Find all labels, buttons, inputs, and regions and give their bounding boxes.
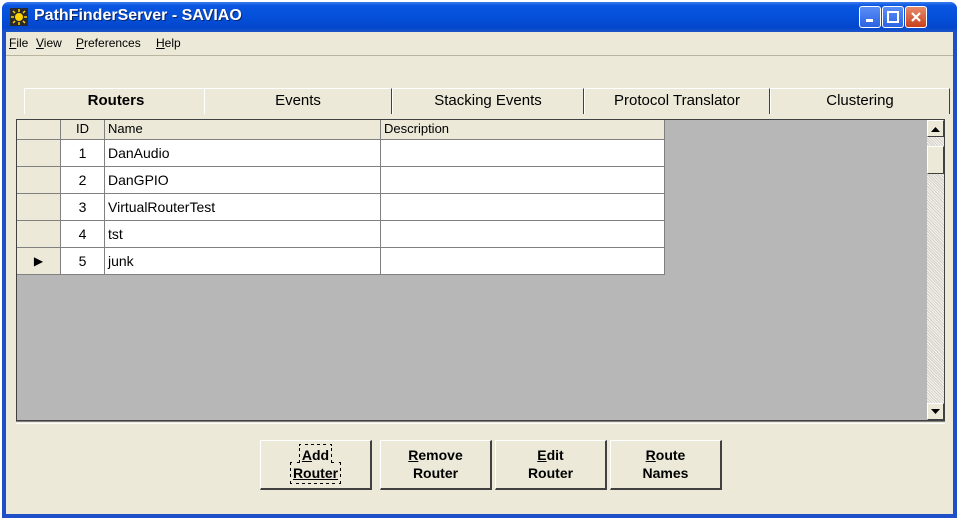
add-router-mnemonic: A — [301, 447, 312, 463]
add-router-line2: Router — [292, 465, 339, 481]
arrow-up-icon — [931, 126, 940, 132]
edit-router-line1: dit — [546, 447, 564, 463]
vertical-scrollbar[interactable] — [927, 120, 944, 420]
edit-router-button[interactable]: Edit Router — [495, 440, 607, 490]
column-header-name[interactable]: Name — [105, 120, 381, 140]
cell-description[interactable] — [381, 167, 665, 194]
cell-description[interactable] — [381, 221, 665, 248]
tab-stacking-events-label: Stacking Events — [434, 92, 542, 109]
tab-protocol-translator[interactable]: Protocol Translator — [584, 88, 770, 114]
menu-view-mnemonic: V — [36, 36, 44, 50]
tab-events[interactable]: Events — [204, 88, 392, 114]
cell-description[interactable] — [381, 194, 665, 221]
menu-view[interactable]: View — [36, 36, 62, 50]
maximize-icon — [887, 11, 899, 23]
row-header[interactable] — [17, 221, 61, 248]
scroll-down-button[interactable] — [927, 403, 944, 420]
splitter[interactable] — [16, 421, 945, 424]
cell-description[interactable] — [381, 248, 665, 275]
tab-clustering-label: Clustering — [826, 92, 894, 109]
cell-id[interactable]: 5 — [61, 248, 105, 275]
menu-preferences[interactable]: Preferences — [76, 36, 141, 50]
cell-name[interactable]: tst — [105, 221, 381, 248]
sun-app-icon — [10, 8, 28, 26]
remove-router-mnemonic: R — [408, 447, 419, 463]
scroll-thumb[interactable] — [927, 146, 944, 174]
close-icon — [911, 12, 921, 22]
edit-router-line2: Router — [527, 465, 574, 481]
column-header-description[interactable]: Description — [381, 120, 665, 140]
route-names-button[interactable]: Route Names — [610, 440, 722, 490]
tab-events-label: Events — [275, 92, 321, 109]
route-names-line1: oute — [655, 447, 686, 463]
scroll-up-button[interactable] — [927, 120, 944, 137]
row-header[interactable] — [17, 167, 61, 194]
cell-description[interactable] — [381, 140, 665, 167]
cell-name[interactable]: junk — [105, 248, 381, 275]
cell-id[interactable]: 1 — [61, 140, 105, 167]
cell-name[interactable]: DanAudio — [105, 140, 381, 167]
row-header[interactable] — [17, 194, 61, 221]
cell-name[interactable]: DanGPIO — [105, 167, 381, 194]
routers-grid[interactable]: ID Name Description 1 DanAudio 2 DanGPIO… — [16, 119, 945, 421]
menu-help[interactable]: Help — [156, 36, 181, 50]
minimize-button[interactable] — [859, 6, 881, 28]
tab-routers[interactable]: Routers — [24, 88, 208, 114]
tab-protocol-translator-label: Protocol Translator — [614, 92, 740, 109]
grid-corner — [17, 120, 61, 140]
row-header[interactable] — [17, 140, 61, 167]
menu-file[interactable]: File — [9, 36, 28, 50]
cell-name[interactable]: VirtualRouterTest — [105, 194, 381, 221]
current-row-indicator[interactable]: ▶ — [17, 248, 61, 275]
cell-id[interactable]: 3 — [61, 194, 105, 221]
menu-preferences-label: references — [84, 36, 141, 50]
tab-stacking-events[interactable]: Stacking Events — [392, 88, 584, 114]
title-bar[interactable]: PathFinderServer - SAVIAO — [2, 2, 957, 32]
window-title: PathFinderServer - SAVIAO — [34, 7, 242, 24]
arrow-down-icon — [931, 408, 940, 414]
minimize-icon — [866, 19, 873, 22]
route-names-mnemonic: R — [645, 447, 656, 463]
cell-id[interactable]: 4 — [61, 221, 105, 248]
menu-help-mnemonic: H — [156, 36, 165, 50]
remove-router-line2: Router — [412, 465, 459, 481]
column-header-id[interactable]: ID — [61, 120, 105, 140]
tab-routers-label: Routers — [87, 92, 145, 109]
menu-file-label: ile — [16, 36, 29, 50]
menu-help-label: elp — [164, 36, 181, 50]
tab-clustering[interactable]: Clustering — [770, 88, 950, 114]
remove-router-button[interactable]: Remove Router — [380, 440, 492, 490]
menu-preferences-mnemonic: P — [76, 36, 85, 50]
edit-router-mnemonic: E — [537, 447, 547, 463]
cell-id[interactable]: 2 — [61, 167, 105, 194]
route-names-line2: Names — [642, 465, 689, 481]
remove-router-line1: emove — [418, 447, 463, 463]
menu-view-label: iew — [43, 36, 62, 50]
add-router-line1: dd — [312, 447, 330, 463]
add-router-button[interactable]: Add Router — [260, 440, 372, 490]
menu-bar: File View Preferences Help — [6, 32, 953, 56]
add-router-label: Add Router — [289, 444, 342, 484]
maximize-button[interactable] — [882, 6, 904, 28]
close-button[interactable] — [905, 6, 927, 28]
